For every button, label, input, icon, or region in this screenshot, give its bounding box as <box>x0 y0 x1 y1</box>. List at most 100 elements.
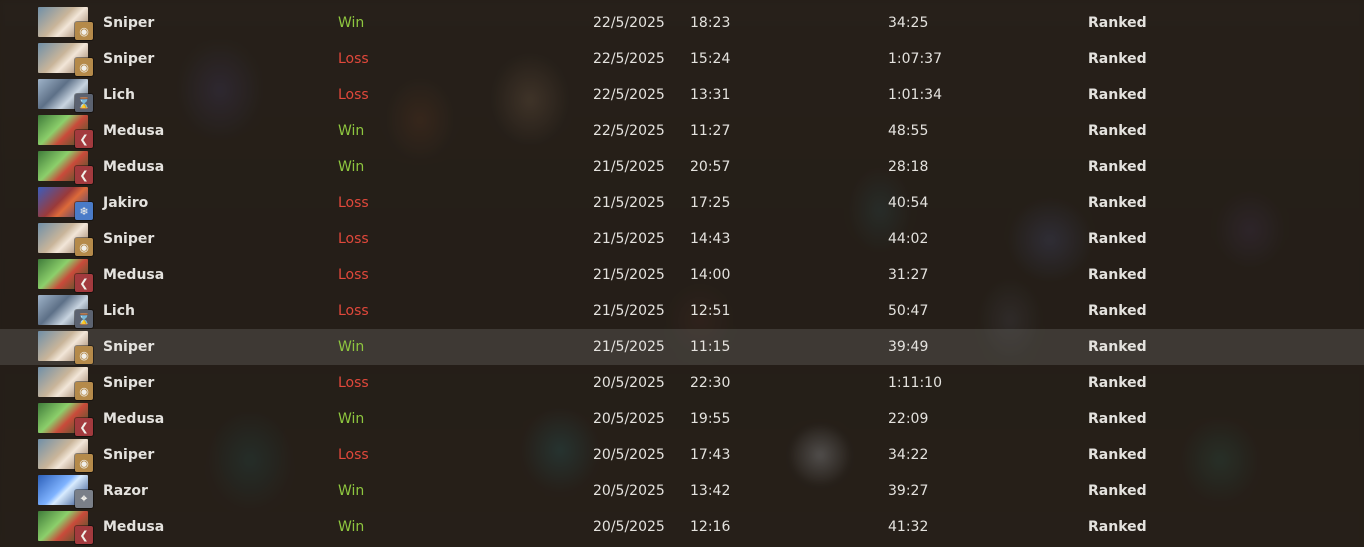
match-time: 13:31 <box>690 87 731 103</box>
match-time: 19:55 <box>690 411 731 427</box>
game-mode: Ranked <box>1088 411 1147 427</box>
hero-portrait: ❮ <box>38 115 93 148</box>
hourglass-icon: ⌛ <box>75 310 93 328</box>
game-mode: Ranked <box>1088 303 1147 319</box>
game-mode: Ranked <box>1088 87 1147 103</box>
match-row[interactable]: ◉ Sniper Win 22/5/2025 18:23 34:25 Ranked <box>0 5 1364 41</box>
game-mode: Ranked <box>1088 483 1147 499</box>
hero-name: Razor <box>103 483 148 499</box>
match-time: 13:42 <box>690 483 731 499</box>
match-result: Loss <box>338 51 369 67</box>
hero-name: Medusa <box>103 123 165 139</box>
match-duration: 39:49 <box>888 339 929 355</box>
eye-icon: ◉ <box>75 238 93 256</box>
game-mode: Ranked <box>1088 339 1147 355</box>
match-duration: 28:18 <box>888 159 929 175</box>
game-mode: Ranked <box>1088 159 1147 175</box>
game-mode: Ranked <box>1088 519 1147 535</box>
match-date: 21/5/2025 <box>593 195 665 211</box>
game-mode: Ranked <box>1088 231 1147 247</box>
match-time: 11:15 <box>690 339 731 355</box>
match-date: 22/5/2025 <box>593 51 665 67</box>
hero-name: Lich <box>103 87 135 103</box>
hero-portrait: ◉ <box>38 439 93 472</box>
eye-icon: ◉ <box>75 382 93 400</box>
game-mode: Ranked <box>1088 447 1147 463</box>
match-result: Loss <box>338 195 369 211</box>
match-result: Loss <box>338 267 369 283</box>
match-date: 21/5/2025 <box>593 339 665 355</box>
target-icon: ⌖ <box>75 490 93 508</box>
hero-name: Medusa <box>103 519 165 535</box>
match-time: 14:43 <box>690 231 731 247</box>
match-row[interactable]: ⌖ Razor Win 20/5/2025 13:42 39:27 Ranked <box>0 473 1364 509</box>
hero-portrait: ⌖ <box>38 475 93 508</box>
match-history-list: ◉ Sniper Win 22/5/2025 18:23 34:25 Ranked ◉ Snip… <box>0 5 1364 545</box>
match-row[interactable]: ◉ Sniper Loss 21/5/2025 14:43 44:02 Ranked <box>0 221 1364 257</box>
match-result: Win <box>338 519 365 535</box>
match-result: Win <box>338 15 365 31</box>
match-result: Win <box>338 159 365 175</box>
match-row[interactable]: ◉ Sniper Loss 22/5/2025 15:24 1:07:37 Ranked <box>0 41 1364 77</box>
match-date: 21/5/2025 <box>593 231 665 247</box>
match-date: 21/5/2025 <box>593 303 665 319</box>
match-result: Win <box>338 123 365 139</box>
match-row[interactable]: ◉ Sniper Loss 20/5/2025 22:30 1:11:10 Ranked <box>0 365 1364 401</box>
hero-portrait: ⌛ <box>38 79 93 112</box>
chevron-left-icon: ❮ <box>75 130 93 148</box>
hero-portrait: ◉ <box>38 331 93 364</box>
hero-portrait: ⌛ <box>38 295 93 328</box>
eye-icon: ◉ <box>75 58 93 76</box>
chevron-left-icon: ❮ <box>75 274 93 292</box>
match-time: 11:27 <box>690 123 731 139</box>
game-mode: Ranked <box>1088 51 1147 67</box>
game-mode: Ranked <box>1088 15 1147 31</box>
game-mode: Ranked <box>1088 267 1147 283</box>
match-duration: 1:01:34 <box>888 87 942 103</box>
hero-name: Jakiro <box>103 195 149 211</box>
match-row[interactable]: ❄ Jakiro Loss 21/5/2025 17:25 40:54 Ranked <box>0 185 1364 221</box>
hero-name: Medusa <box>103 411 165 427</box>
match-duration: 1:07:37 <box>888 51 942 67</box>
match-result: Loss <box>338 375 369 391</box>
match-result: Loss <box>338 231 369 247</box>
hero-name: Medusa <box>103 267 165 283</box>
eye-icon: ◉ <box>75 346 93 364</box>
game-mode: Ranked <box>1088 195 1147 211</box>
match-duration: 1:11:10 <box>888 375 942 391</box>
match-row[interactable]: ❮ Medusa Win 22/5/2025 11:27 48:55 Ranked <box>0 113 1364 149</box>
match-result: Win <box>338 483 365 499</box>
match-row[interactable]: ⌛ Lich Loss 21/5/2025 12:51 50:47 Ranked <box>0 293 1364 329</box>
hero-name: Sniper <box>103 15 155 31</box>
hero-portrait: ◉ <box>38 367 93 400</box>
match-row[interactable]: ❮ Medusa Loss 21/5/2025 14:00 31:27 Ranked <box>0 257 1364 293</box>
game-mode: Ranked <box>1088 123 1147 139</box>
hero-name: Sniper <box>103 375 155 391</box>
match-time: 18:23 <box>690 15 731 31</box>
match-time: 15:24 <box>690 51 731 67</box>
hero-name: Medusa <box>103 159 165 175</box>
hero-portrait: ◉ <box>38 223 93 256</box>
match-time: 20:57 <box>690 159 731 175</box>
match-row[interactable]: ⌛ Lich Loss 22/5/2025 13:31 1:01:34 Ranked <box>0 77 1364 113</box>
match-duration: 44:02 <box>888 231 929 247</box>
match-row[interactable]: ◉ Sniper Win 21/5/2025 11:15 39:49 Ranked <box>0 329 1364 365</box>
match-row[interactable]: ❮ Medusa Win 21/5/2025 20:57 28:18 Ranked <box>0 149 1364 185</box>
match-result: Win <box>338 339 365 355</box>
match-result: Win <box>338 411 365 427</box>
match-date: 22/5/2025 <box>593 15 665 31</box>
match-row[interactable]: ❮ Medusa Win 20/5/2025 19:55 22:09 Ranked <box>0 401 1364 437</box>
hero-portrait: ❮ <box>38 259 93 292</box>
match-duration: 39:27 <box>888 483 929 499</box>
match-row[interactable]: ◉ Sniper Loss 20/5/2025 17:43 34:22 Ranked <box>0 437 1364 473</box>
eye-icon: ◉ <box>75 22 93 40</box>
match-row[interactable]: ❮ Medusa Win 20/5/2025 12:16 41:32 Ranked <box>0 509 1364 545</box>
match-date: 20/5/2025 <box>593 519 665 535</box>
match-time: 14:00 <box>690 267 731 283</box>
snowflake-icon: ❄ <box>75 202 93 220</box>
match-time: 17:43 <box>690 447 731 463</box>
chevron-left-icon: ❮ <box>75 526 93 544</box>
match-date: 22/5/2025 <box>593 87 665 103</box>
match-duration: 34:25 <box>888 15 929 31</box>
match-date: 20/5/2025 <box>593 375 665 391</box>
